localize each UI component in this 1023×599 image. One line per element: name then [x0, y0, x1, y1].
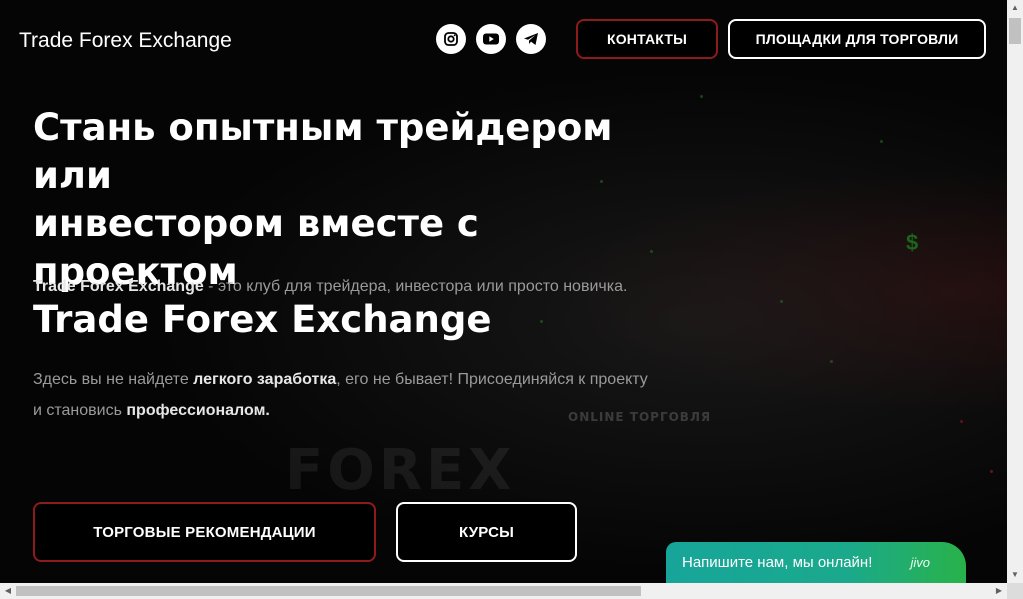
- scrollbar-corner: [1007, 583, 1023, 599]
- mission-bold-easy-money: легкого заработка: [193, 371, 337, 388]
- courses-button[interactable]: КУРСЫ: [396, 502, 577, 562]
- horizontal-scroll-thumb[interactable]: [16, 586, 641, 596]
- dollar-sign-decoration: $: [906, 230, 919, 255]
- trading-recommendations-button[interactable]: ТОРГОВЫЕ РЕКОМЕНДАЦИИ: [33, 502, 376, 562]
- intro-brand: Trade Forex Exchange: [33, 278, 204, 295]
- mission-text-a: Здесь вы не найдете: [33, 371, 194, 388]
- headline-line-3: Trade Forex Exchange: [33, 298, 492, 341]
- chat-widget[interactable]: Напишите нам, мы онлайн! jivo: [666, 542, 966, 583]
- horizontal-scrollbar[interactable]: ◀ ▶: [0, 583, 1007, 599]
- scroll-down-icon[interactable]: ▼: [1007, 567, 1023, 583]
- youtube-icon[interactable]: [476, 24, 506, 54]
- scroll-left-icon[interactable]: ◀: [0, 583, 16, 599]
- mission-bold-professional: профессионалом.: [126, 402, 270, 419]
- site-logo[interactable]: Trade Forex Exchange: [19, 29, 232, 53]
- intro-text: - это клуб для трейдера, инвестора или п…: [203, 278, 628, 295]
- vertical-scrollbar[interactable]: ▲ ▼: [1007, 0, 1023, 583]
- telegram-icon[interactable]: [516, 24, 546, 54]
- contacts-button[interactable]: КОНТАКТЫ: [576, 19, 718, 59]
- scroll-right-icon[interactable]: ▶: [991, 583, 1007, 599]
- trading-platforms-button[interactable]: ПЛОЩАДКИ ДЛЯ ТОРГОВЛИ: [728, 19, 986, 59]
- page-headline: Стань опытным трейдером или инвестором в…: [33, 104, 673, 344]
- scroll-up-icon[interactable]: ▲: [1007, 0, 1023, 16]
- vertical-scroll-thumb[interactable]: [1009, 18, 1021, 44]
- intro-paragraph: Trade Forex Exchange - это клуб для трей…: [33, 271, 653, 302]
- headline-line-1: Стань опытным трейдером или: [33, 106, 613, 197]
- mission-paragraph: Здесь вы не найдете легкого заработка, е…: [33, 364, 653, 426]
- background-forex-text: FOREX: [285, 438, 516, 503]
- instagram-icon[interactable]: [436, 24, 466, 54]
- chat-brand-label: jivo: [910, 555, 930, 570]
- chat-widget-text: Напишите нам, мы онлайн!: [682, 554, 873, 571]
